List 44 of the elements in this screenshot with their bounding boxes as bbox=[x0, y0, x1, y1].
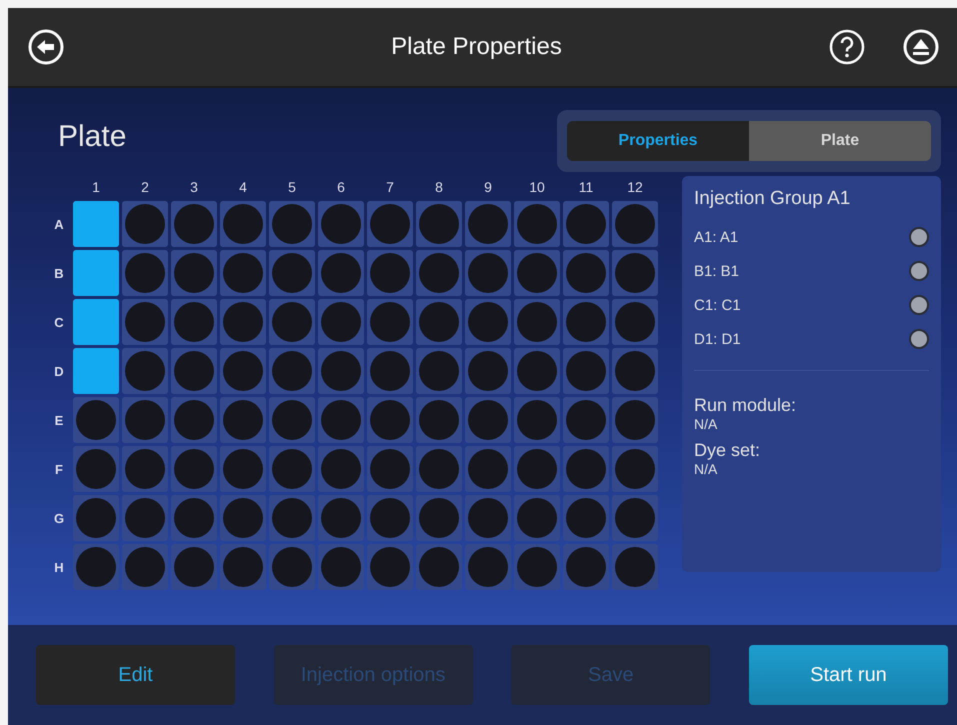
tab[interactable]: Properties bbox=[567, 121, 749, 161]
tab[interactable]: Plate bbox=[749, 121, 931, 161]
eject-button[interactable] bbox=[901, 27, 941, 67]
section-title: Plate bbox=[58, 120, 126, 154]
status-dot bbox=[909, 227, 929, 247]
row-label: H bbox=[53, 558, 65, 576]
help-icon bbox=[827, 27, 867, 67]
column-label: 2 bbox=[140, 178, 150, 197]
column-label: 8 bbox=[434, 178, 444, 197]
back-button[interactable] bbox=[26, 27, 66, 67]
well-label: C1: C1 bbox=[694, 296, 741, 314]
status-dot bbox=[909, 329, 929, 349]
row-label: A bbox=[53, 216, 65, 234]
well-label: D1: D1 bbox=[694, 330, 741, 348]
help-button[interactable] bbox=[827, 27, 867, 67]
column-label: 6 bbox=[336, 178, 346, 197]
action-button[interactable]: Start run bbox=[748, 645, 948, 705]
column-label: 7 bbox=[385, 178, 395, 197]
status-dot bbox=[909, 295, 929, 315]
column-label: 1 bbox=[91, 178, 101, 197]
well-label: B1: B1 bbox=[694, 262, 740, 280]
well-label: A1: A1 bbox=[694, 228, 738, 246]
column-label: 11 bbox=[578, 178, 594, 197]
eject-icon bbox=[901, 27, 941, 67]
detail-value: N/A bbox=[694, 416, 718, 432]
row-label: C bbox=[53, 314, 65, 332]
action-button[interactable]: Edit bbox=[36, 645, 235, 705]
column-label: 5 bbox=[287, 178, 297, 197]
window-title: Plate Properties bbox=[390, 33, 563, 61]
row-label: E bbox=[54, 412, 64, 430]
row-label: D bbox=[53, 362, 65, 380]
status-dot bbox=[909, 261, 929, 281]
column-label: 12 bbox=[626, 178, 644, 197]
row-label: F bbox=[54, 460, 64, 478]
column-label: 4 bbox=[238, 178, 248, 197]
detail-label: Dye set: bbox=[694, 440, 762, 461]
panel-title: Injection Group A1 bbox=[694, 188, 852, 210]
detail-value: N/A bbox=[694, 461, 718, 477]
column-label: 9 bbox=[483, 178, 493, 197]
column-label: 10 bbox=[528, 178, 546, 197]
row-label: G bbox=[52, 510, 66, 528]
row-label: B bbox=[53, 264, 65, 282]
detail-label: Run module: bbox=[694, 395, 798, 416]
column-label: 3 bbox=[189, 178, 199, 197]
